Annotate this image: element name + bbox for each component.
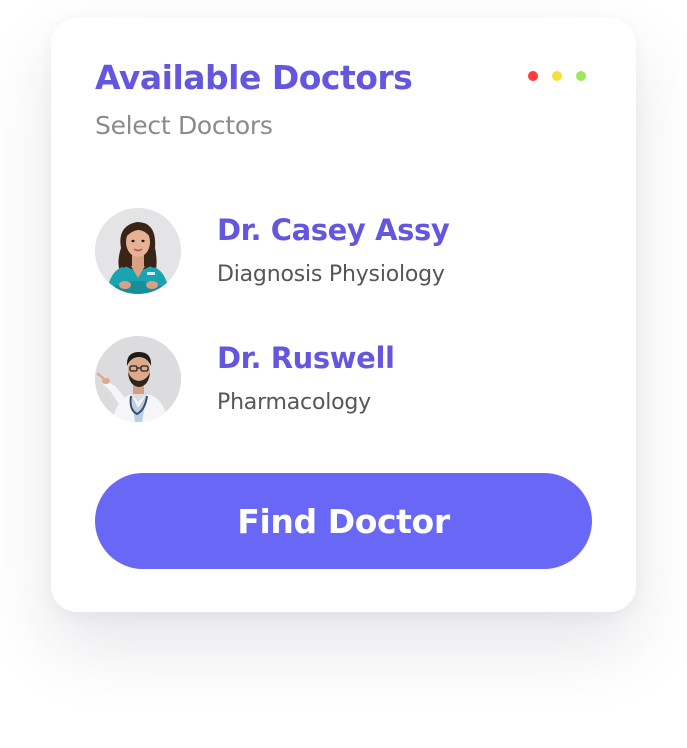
yellow-dot-icon (552, 71, 562, 81)
card-title: Available Doctors (95, 58, 413, 97)
green-dot-icon (576, 71, 586, 81)
doctor-specialty: Pharmacology (217, 390, 371, 415)
card-subtitle: Select Doctors (95, 111, 273, 140)
doctor-avatar-male (95, 336, 181, 422)
doctor-name: Dr. Ruswell (217, 341, 395, 375)
find-doctor-button[interactable]: Find Doctor (95, 473, 592, 569)
doctor-item-casey-assy[interactable]: Dr. Casey Assy Diagnosis Physiology (95, 208, 615, 296)
doctor-item-ruswell[interactable]: Dr. Ruswell Pharmacology (95, 336, 615, 424)
available-doctors-card: Available Doctors Select Doctors Dr. Cas… (51, 18, 636, 612)
more-options-dots[interactable] (528, 71, 586, 81)
doctor-avatar-female (95, 208, 181, 294)
doctor-specialty: Diagnosis Physiology (217, 262, 445, 287)
red-dot-icon (528, 71, 538, 81)
doctor-name: Dr. Casey Assy (217, 213, 450, 247)
